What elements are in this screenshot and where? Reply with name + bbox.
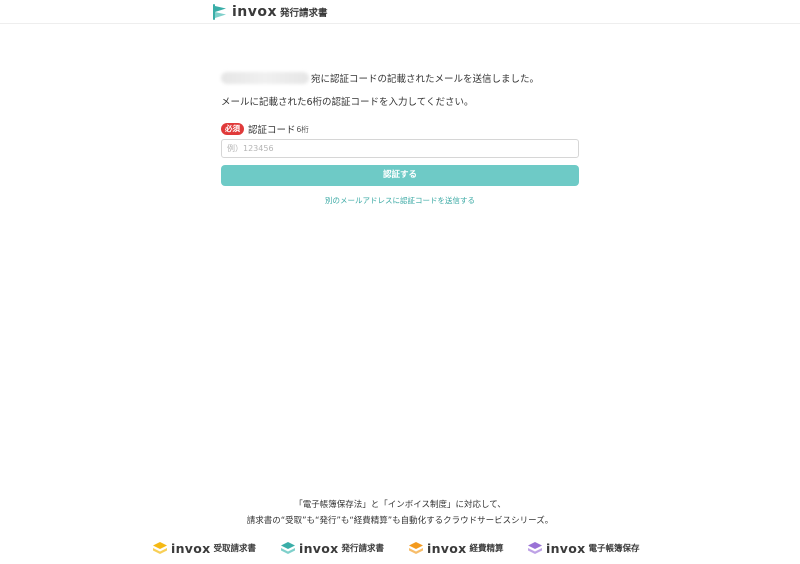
masked-email <box>221 72 309 84</box>
brand-word: invox <box>171 540 211 556</box>
verification-code-input[interactable] <box>221 139 579 158</box>
resend-code-link[interactable]: 別のメールアドレスに認証コードを送信する <box>221 195 579 206</box>
footer-description: 「電子帳簿保存法」と「インボイス制度」に対応して、 請求書の“受取”も“発行”も… <box>0 497 800 529</box>
brand-receive-invoice[interactable]: invox 受取請求書 <box>152 538 256 558</box>
header: invox 発行請求書 <box>0 0 800 24</box>
brand-expense[interactable]: invox 経費精算 <box>408 538 504 558</box>
stack-icon <box>409 542 423 554</box>
brand-name: 経費精算 <box>469 544 504 554</box>
header-logo[interactable]: invox 発行請求書 <box>212 3 328 21</box>
brand-e-book[interactable]: invox 電子帳簿保存 <box>527 538 640 558</box>
brand-word: invox <box>546 540 586 556</box>
brand-name: 電子帳簿保存 <box>588 544 640 554</box>
field-label: 認証コード <box>248 125 296 136</box>
invox-flag-icon <box>213 4 226 20</box>
brand-name: 受取請求書 <box>213 544 256 554</box>
footer-line-1: 「電子帳簿保存法」と「インボイス制度」に対応して、 <box>294 500 506 510</box>
brand-issue-invoice[interactable]: invox 発行請求書 <box>280 538 384 558</box>
field-label-row: 必須 認証コード 6桁 <box>221 122 309 136</box>
stack-icon <box>528 542 542 554</box>
brand-word: invox <box>232 4 278 20</box>
stack-icon <box>281 542 295 554</box>
verify-button[interactable]: 認証する <box>221 165 579 186</box>
product-name: 発行請求書 <box>280 8 328 19</box>
sent-message: 宛に認証コードの記載されたメールを送信しました。 <box>221 70 579 86</box>
required-badge: 必須 <box>221 123 244 135</box>
footer-line-2: 請求書の“受取”も“発行”も“経費精算”も自動化するクラウドサービスシリーズ。 <box>246 516 554 526</box>
field-sublabel: 6桁 <box>296 124 309 134</box>
brand-word: invox <box>299 540 339 556</box>
footer-brands: invox 受取請求書 invox 発行請求書 invox 経費精算 invox… <box>0 538 800 558</box>
sent-message-text: 宛に認証コードの記載されたメールを送信しました。 <box>311 74 540 85</box>
brand-name: 発行請求書 <box>341 544 384 554</box>
stack-icon <box>153 542 167 554</box>
brand-word: invox <box>427 540 467 556</box>
instruction-message: メールに記載された6桁の認証コードを入力してください。 <box>221 97 474 108</box>
